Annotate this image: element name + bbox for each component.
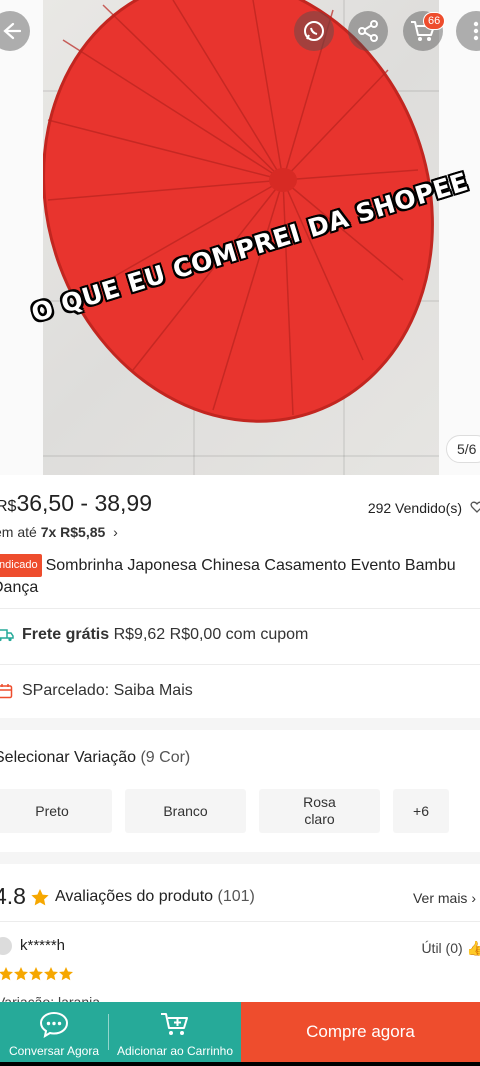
truck-icon — [0, 626, 14, 644]
ratings-header[interactable]: 4.8 Avaliações do produto (101) Ver mais… — [0, 882, 480, 912]
variation-option-branco[interactable]: Branco — [125, 789, 246, 833]
favorite-heart-icon[interactable] — [470, 500, 480, 514]
rating-score: 4.8 — [0, 883, 26, 909]
variation-option-more[interactable]: +6 — [393, 789, 449, 833]
installment-prefix: em até — [0, 524, 37, 540]
variation-label: Selecionar Variação — [0, 749, 137, 766]
parcelado-row[interactable]: SParcelado: Saiba Mais — [0, 676, 480, 706]
review-username: k*****h — [20, 937, 66, 954]
more-dots-icon — [473, 21, 479, 41]
installment-info[interactable]: em até 7x R$5,85 › — [0, 524, 118, 540]
add-to-cart-label: Adicionar ao Carrinho — [116, 1044, 234, 1058]
buy-now-button[interactable]: Compre agora — [241, 1002, 480, 1062]
product-page: 66 5/6 O QUE EU COMPREI DA SHOPEE R$36,5… — [0, 0, 480, 1066]
shipping-row[interactable]: Frete grátis R$9,62 R$0,00 com cupom — [0, 620, 480, 650]
arrow-left-icon — [3, 22, 21, 40]
thumbs-up-icon: 👍 — [466, 940, 480, 956]
product-title-text: Sombrinha Japonesa Chinesa Casamento Eve… — [0, 557, 456, 596]
shipping-text: R$9,62 R$0,00 com cupom — [113, 626, 309, 643]
variation-count: (9 Cor) — [140, 749, 191, 766]
price-currency: R$ — [0, 498, 17, 515]
divider — [0, 664, 480, 665]
ratings-label: Avaliações do produto (101) — [55, 888, 255, 906]
divider — [0, 921, 480, 922]
hero-edge-left — [0, 0, 43, 475]
price-row: R$36,50 - 38,99 292 Vendido(s) — [0, 490, 480, 520]
hero-edge-right — [439, 0, 480, 475]
image-counter: 5/6 — [446, 435, 480, 463]
divider — [0, 608, 480, 609]
see-more-link[interactable]: Ver mais › — [413, 890, 476, 906]
chat-icon — [39, 1011, 69, 1038]
section-gap — [0, 852, 480, 864]
variation-title[interactable]: Selecionar Variação (9 Cor) — [0, 749, 190, 767]
add-to-cart-button[interactable]: Adicionar ao Carrinho — [109, 1002, 241, 1062]
share-button[interactable] — [348, 11, 388, 51]
product-title: Indicado Sombrinha Japonesa Chinesa Casam… — [0, 554, 480, 598]
section-gap — [0, 718, 480, 730]
ratings-count: (101) — [217, 888, 255, 905]
free-shipping-label: Frete grátis — [22, 626, 110, 643]
price: R$36,50 - 38,99 — [0, 490, 152, 517]
calendar-icon — [0, 682, 14, 700]
chevron-right-icon: › — [471, 890, 476, 906]
bottom-action-bar: Conversar Agora Adicionar ao Carrinho Co… — [0, 1002, 480, 1062]
installment-value: 7x R$5,85 — [40, 524, 106, 540]
price-range: 36,50 - 38,99 — [16, 490, 153, 516]
chat-now-label: Conversar Agora — [8, 1044, 100, 1058]
parcelado-text: SParcelado: Saiba Mais — [22, 682, 193, 699]
useful-button[interactable]: Útil (0) 👍 — [421, 940, 480, 957]
chevron-right-icon: › — [109, 524, 118, 540]
cart-count-badge: 66 — [423, 12, 446, 30]
share-icon — [358, 20, 378, 42]
add-cart-icon — [161, 1013, 188, 1035]
star-icon — [31, 889, 49, 906]
avatar — [0, 937, 12, 955]
chat-now-button[interactable]: Conversar Agora — [0, 1002, 108, 1062]
sold-count: 292 Vendido(s) — [367, 500, 462, 516]
useful-text: Útil (0) — [421, 940, 463, 956]
whatsapp-share-button[interactable] — [294, 11, 334, 51]
ratings-label-text: Avaliações do produto — [55, 888, 214, 905]
variation-option-preto[interactable]: Preto — [0, 789, 112, 833]
variation-option-rosa-claro[interactable]: Rosa claro — [259, 789, 380, 833]
screen-bottom-edge — [0, 1062, 480, 1066]
whatsapp-icon — [304, 21, 324, 41]
see-more-text: Ver mais — [412, 890, 468, 906]
recommended-tag: Indicado — [0, 554, 42, 577]
review-stars — [0, 967, 73, 981]
